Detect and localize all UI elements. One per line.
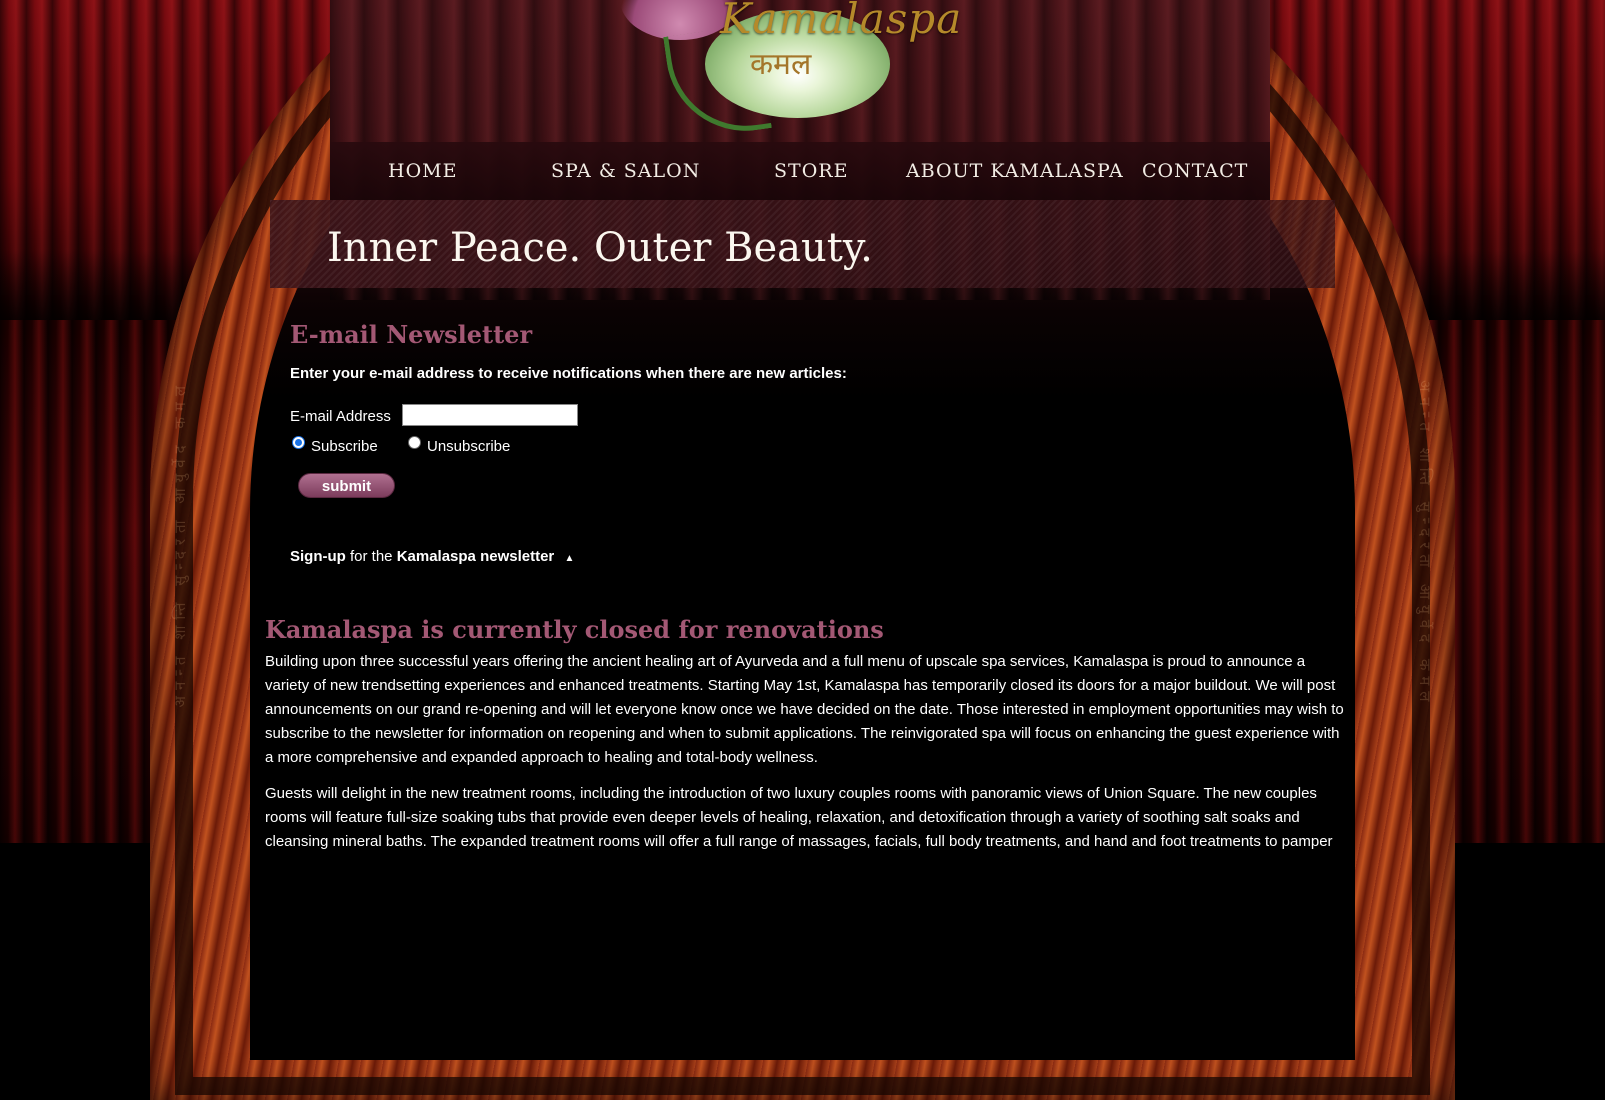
arch-script-left: अनन्त शान्ति सुन्दरता आयुर्वेद कमल xyxy=(171,380,189,708)
signup-for-the: for the xyxy=(345,548,397,565)
submit-button[interactable]: submit xyxy=(298,473,395,498)
unsubscribe-label: Unsubscribe xyxy=(427,438,511,455)
closed-heading: Kamalaspa is currently closed for renova… xyxy=(265,615,884,644)
logo-wordmark: Kamalaspa xyxy=(720,0,963,43)
nav-about[interactable]: ABOUT KAMALASPA xyxy=(906,160,1124,182)
nav-spa-salon[interactable]: SPA & SALON xyxy=(551,160,700,182)
triangle-up-icon: ▲ xyxy=(564,553,575,564)
subscribe-label: Subscribe xyxy=(311,438,378,455)
nav-home[interactable]: HOME xyxy=(388,160,457,182)
article-paragraph-1: Building upon three successful years off… xyxy=(265,653,1344,766)
logo-devanagari: कमल xyxy=(750,47,812,82)
signup-word: Sign-up xyxy=(290,548,346,565)
nav-contact[interactable]: CONTACT xyxy=(1142,160,1248,182)
newsletter-instructions: Enter your e-mail address to receive not… xyxy=(290,365,847,382)
newsletter-heading: E-mail Newsletter xyxy=(290,320,533,349)
unsubscribe-radio[interactable] xyxy=(408,436,421,449)
subscribe-radio[interactable] xyxy=(292,436,305,449)
email-input[interactable] xyxy=(402,404,578,426)
main-nav: HOME SPA & SALON STORE ABOUT KAMALASPA C… xyxy=(330,142,1270,200)
tagline: Inner Peace. Outer Beauty. xyxy=(327,225,873,271)
arch-script-right: अनन्त शान्ति सुन्दरता आयुर्वेद कमल xyxy=(1416,380,1434,708)
nav-store[interactable]: STORE xyxy=(774,160,848,182)
article-paragraph-2: Guests will delight in the new treatment… xyxy=(265,785,1333,850)
kamalaspa-logo[interactable]: Kamalaspa कमल xyxy=(600,0,961,142)
signup-newsletter-name: Kamalaspa newsletter xyxy=(396,548,555,565)
newsletter-signup-link[interactable]: Sign-up for the Kamalaspa newsletter ▲ xyxy=(290,548,574,565)
email-label: E-mail Address xyxy=(290,408,391,425)
